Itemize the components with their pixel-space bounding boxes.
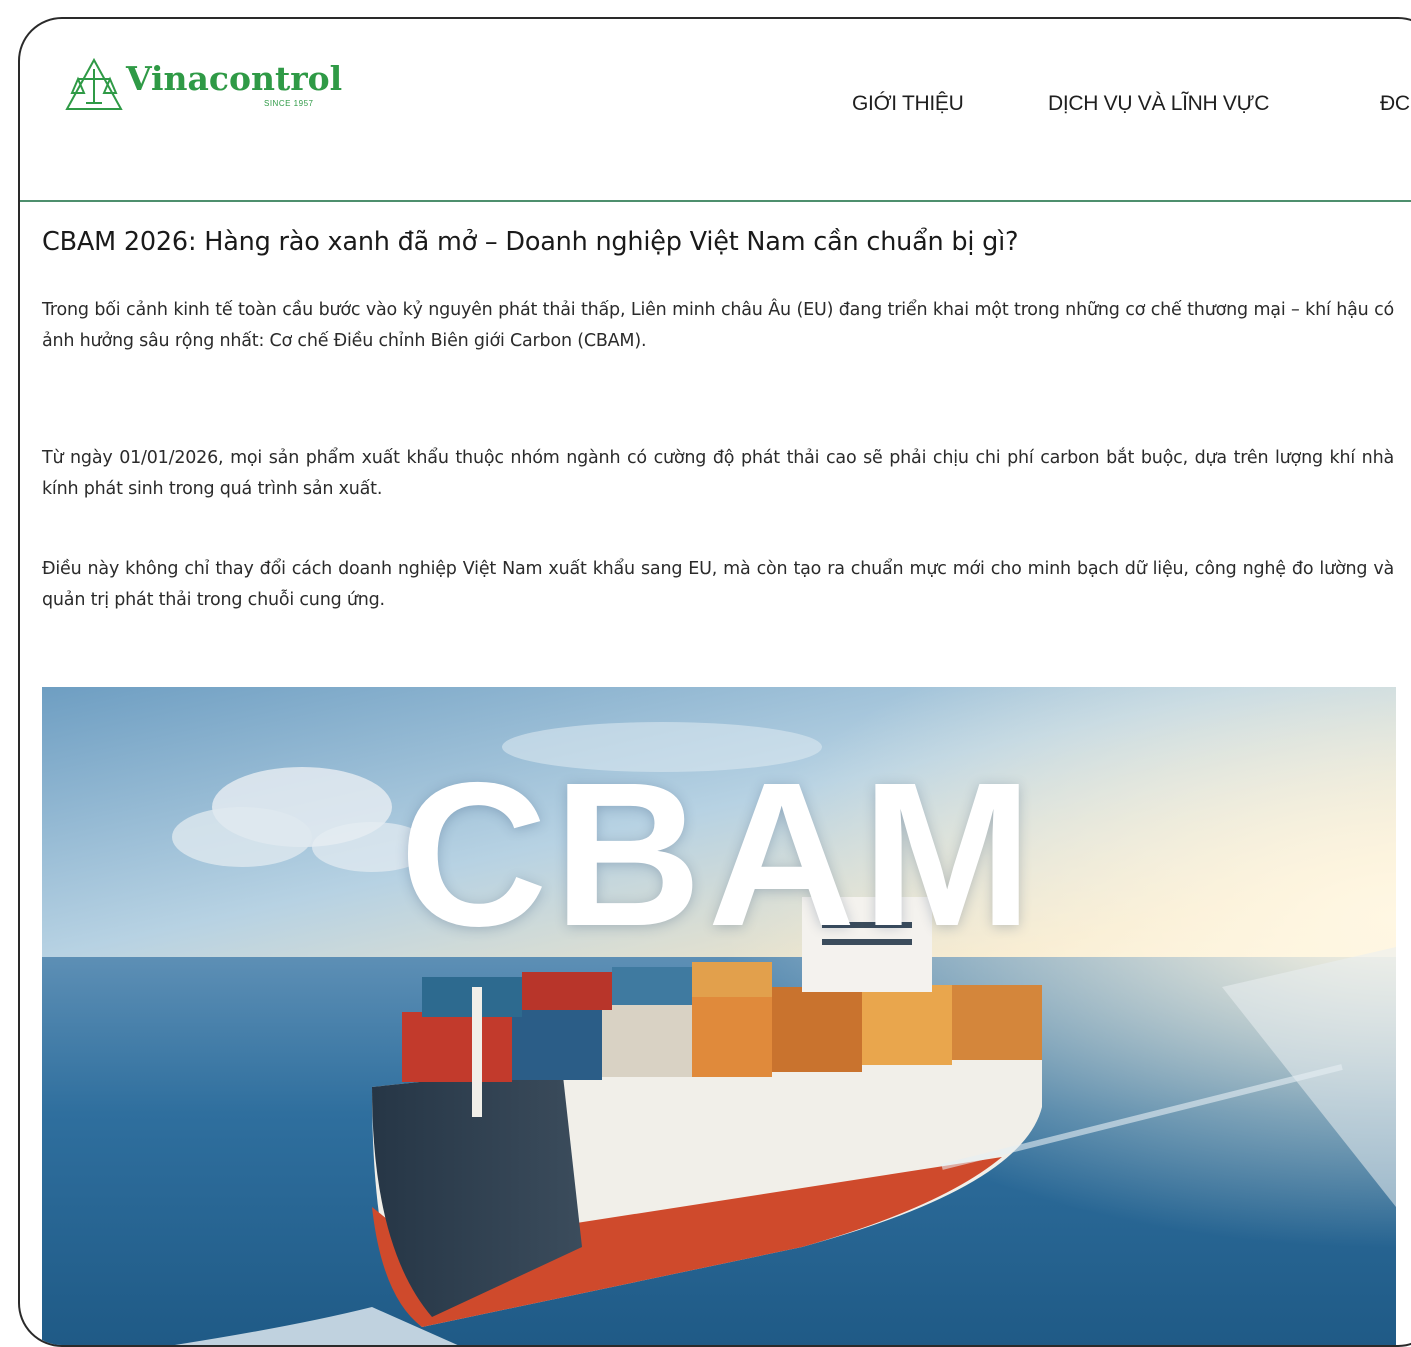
hero-image: CBAM [42, 687, 1396, 1345]
nav-item-dich-vu[interactable]: DỊCH VỤ VÀ LĨNH VỰC [1048, 92, 1269, 116]
logo-tagline: SINCE 1957 [264, 99, 314, 108]
logo-wordmark: Vinacontrol [126, 59, 343, 98]
article-paragraph: Trong bối cảnh kinh tế toàn cầu bước vào… [42, 300, 1394, 351]
article-paragraph: Từ ngày 01/01/2026, mọi sản phẩm xuất kh… [42, 448, 1394, 499]
scales-emblem-icon [65, 57, 123, 110]
logo[interactable]: Vinacontrol SINCE 1957 [64, 57, 354, 119]
nav-item-gioi-thieu[interactable]: GIỚI THIỆU [852, 92, 964, 116]
article-paragraph: Điều này không chỉ thay đổi cách doanh n… [42, 559, 1394, 610]
browser-frame: Vinacontrol SINCE 1957 GIỚI THIỆU DỊCH V… [18, 17, 1411, 1347]
nav-item-truncated[interactable]: ĐC [1380, 92, 1410, 116]
container-ship-image [42, 687, 1396, 1345]
article-title: CBAM 2026: Hàng rào xanh đã mở – Doanh n… [42, 227, 1019, 257]
header-divider [20, 200, 1411, 202]
